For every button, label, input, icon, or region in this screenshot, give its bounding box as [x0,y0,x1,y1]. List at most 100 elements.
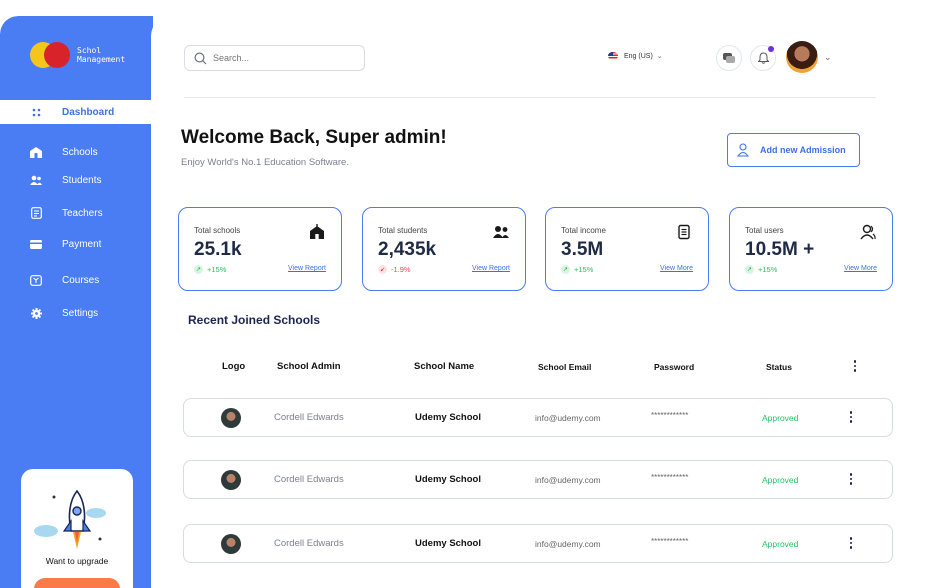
column-header-logo: Logo [222,361,246,372]
search-box[interactable] [184,45,365,71]
stat-value: 3.5M [561,239,604,260]
stat-value: 25.1k [194,239,242,260]
cell-school-name: Udemy School [415,474,481,485]
header-divider [184,97,876,98]
chevron-down-icon[interactable]: ⌄ [824,52,832,63]
view-report-link[interactable]: View Report [288,265,326,272]
sidebar-item-label: Settings [62,307,99,319]
page-subtitle: Enjoy World's No.1 Education Software. [181,157,349,168]
user-icon [737,143,749,157]
more-options-icon[interactable] [853,360,857,372]
section-title: Recent Joined Schools [188,313,321,327]
stat-card-students: Total students 2,435k ↙ -1.9% View Report [362,207,526,291]
users-icon [30,174,42,186]
board-icon [30,207,42,219]
sidebar-item-label: Payment [62,238,102,250]
cell-admin: Cordell Edwards [274,474,344,485]
view-more-link[interactable]: View More [844,265,877,272]
app-window: Schol Management Dashboard Schools Stude… [0,16,945,588]
arrow-up-icon: ↗ [561,265,570,274]
main-content: Eng (US) ⌄ ⌄ Welcome Back, Super admin! … [153,16,945,588]
stat-value: 10.5M + [745,239,815,260]
notification-dot [768,46,774,52]
status-badge: Approved [762,475,799,485]
school-logo-avatar [221,534,241,554]
cell-email: info@udemy.com [535,539,601,549]
stat-value: 2,435k [378,239,437,260]
view-report-link[interactable]: View Report [472,265,510,272]
more-options-icon[interactable] [849,537,853,549]
cell-email: info@udemy.com [535,413,601,423]
sidebar-item-dashboard[interactable]: Dashboard [0,100,153,124]
brand-logo[interactable]: Schol Management [30,42,125,68]
table-row[interactable]: Cordell Edwards Udemy School info@udemy.… [183,524,893,563]
add-admission-label: Add new Admission [760,145,846,155]
cell-password: ************ [651,537,689,546]
brand-name: Schol Management [77,46,125,64]
chat-icon [723,53,735,63]
sidebar-item-schools[interactable]: Schools [0,140,153,164]
arrow-up-icon: ↗ [745,265,754,274]
cell-admin: Cordell Edwards [274,412,344,423]
view-more-link[interactable]: View More [660,265,693,272]
table-row[interactable]: Cordell Edwards Udemy School info@udemy.… [183,460,893,499]
sidebar-item-label: Teachers [62,207,103,219]
grid-icon [30,106,42,118]
status-badge: Approved [762,539,799,549]
table-row[interactable]: Cordell Edwards Udemy School info@udemy.… [183,398,893,437]
upgrade-card: Want to upgrade [21,469,133,588]
stat-change: ↗ +15% [194,265,227,274]
column-header-admin: School Admin [277,361,341,372]
sidebar-item-teachers[interactable]: Teachers [0,201,153,225]
cell-email: info@udemy.com [535,475,601,485]
user-avatar[interactable] [786,41,818,73]
more-options-icon[interactable] [849,411,853,423]
column-header-status: Status [766,362,792,372]
book-icon [30,274,42,286]
upgrade-button[interactable] [34,578,120,588]
users-icon [493,226,509,238]
arrow-down-icon: ↙ [378,265,387,274]
school-logo-avatar [221,408,241,428]
sidebar-item-label: Schools [62,146,98,158]
stat-change: ↗ +15% [745,265,778,274]
stat-title: Total users [745,226,784,235]
school-icon [310,224,324,239]
column-header-email: School Email [538,362,592,372]
search-input[interactable] [213,53,353,63]
stat-title: Total income [561,226,606,235]
more-options-icon[interactable] [849,473,853,485]
stat-card-users: Total users 10.5M + ↗ +15% View More [729,207,893,291]
brand-line2: Management [77,55,126,64]
sidebar-item-payment[interactable]: Payment [0,232,153,256]
sidebar: Schol Management Dashboard Schools Stude… [0,16,153,588]
sidebar-item-settings[interactable]: Settings [0,301,153,325]
us-flag-icon [608,52,618,60]
user-group-icon [860,224,876,240]
stat-card-income: Total income 3.5M ↗ +15% View More [545,207,709,291]
cell-password: ************ [651,411,689,420]
messages-button[interactable] [716,45,742,71]
sidebar-item-courses[interactable]: Courses [0,268,153,292]
cell-school-name: Udemy School [415,412,481,423]
search-icon [194,52,207,70]
language-selector[interactable]: Eng (US) ⌄ [608,52,663,60]
bell-icon [757,52,769,64]
sidebar-item-students[interactable]: Students [0,168,153,192]
school-icon [30,146,42,158]
language-label: Eng (US) [624,52,653,60]
gear-icon [30,307,42,319]
chevron-down-icon: ⌄ [656,53,663,60]
stat-change: ↗ +15% [561,265,594,274]
page-title: Welcome Back, Super admin! [181,127,447,148]
column-header-password: Password [654,362,695,372]
school-logo-avatar [221,470,241,490]
add-admission-button[interactable]: Add new Admission [727,133,860,167]
arrow-up-icon: ↗ [194,265,203,274]
column-header-school-name: School Name [414,361,475,372]
stat-card-schools: Total schools 25.1k ↗ +15% View Report [178,207,342,291]
document-icon [678,224,690,240]
cell-admin: Cordell Edwards [274,538,344,549]
stat-title: Total students [378,226,428,235]
brand-line1: Schol [77,46,102,55]
